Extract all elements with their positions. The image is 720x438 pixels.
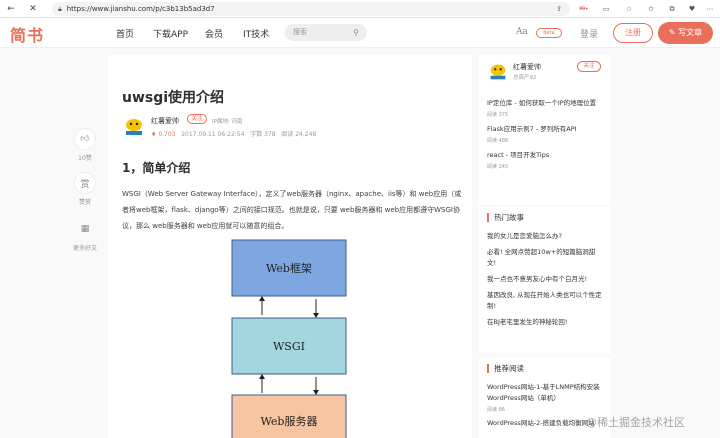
hot-story-item[interactable]: 基因改良, 从现在开始人类也可以个性定制! [487,290,602,312]
write-article-button[interactable]: ✎ 写文章 [658,22,713,44]
reward-icon[interactable]: 赏 [74,172,96,194]
author-post-item[interactable]: IP定位库 - 如何获取一个IP的地理位置 阅读 375 [487,98,605,118]
ip-location: IP属地: 河南 [212,119,243,125]
author-avatar[interactable] [122,115,146,139]
lock-icon: 🔒︎ [58,4,62,13]
diagram-label-wsgi: WSGI [273,340,305,353]
nav-it-tech[interactable]: IT技术 [243,27,269,40]
font-size-toggle[interactable]: Aa [516,27,528,37]
author-card: 红薯爱帅 总资产92 关注 IP定位库 - 如何获取一个IP的地理位置 阅读 3… [479,55,610,205]
recommended-reads: 阅读 86 [487,407,505,413]
favorites-icon[interactable]: ✩ [645,3,657,15]
author-posts-list: IP定位库 - 如何获取一个IP的地理位置 阅读 375 Flask应用示例7 … [487,98,605,170]
nav-download-app[interactable]: 下载APP [153,27,188,40]
hot-story-item[interactable]: 必看! 全网点赞超10w+的短篇脑洞甜文! [487,247,602,269]
browser-toolbar: ← ✕ 🔒︎ https://www.jianshu.com/p/c3b13b5… [0,0,720,18]
search-input[interactable]: 搜索 ⚲ [285,24,367,41]
extension-badge[interactable]: 99+ [578,3,590,15]
sidebar-author-assets: 总资产92 [513,75,537,81]
site-header: 简书 首页 下载APP 会员 IT技术 搜索 ⚲ Aa beta 登录 注册 ✎… [0,18,720,48]
sidebar-author-avatar[interactable] [487,61,509,83]
recommended-title[interactable]: WordPress网站-1-基于LNMP结构安装WordPress网站（单机） [487,382,602,404]
hot-story-item[interactable]: 我一点也不意男友心中有个白月光! [487,274,602,285]
section-heading: 1，简单介绍 [122,161,191,175]
recommended-list: WordPress网站-1-基于LNMP结构安装WordPress网站（单机） … [487,382,602,429]
hot-stories-list: 我的女儿是恋爱脑怎么办? 必看! 全网点赞超10w+的短篇脑洞甜文! 我一点也不… [487,231,602,328]
thumbs-up-icon[interactable]: 👍︎ [74,128,96,150]
author-post-reads: 阅读 375 [487,112,509,118]
arrow-head-down-1 [313,313,319,318]
watermark: @稀土掘金技术社区 [586,416,685,429]
author-post-reads: 阅读 245 [487,164,509,170]
diamond-badge[interactable]: beta [536,28,562,38]
arrow-head-down-2 [313,390,319,395]
read-count: 阅读 24,248 [281,131,317,138]
reading-icon[interactable]: ▭ [600,3,612,15]
recommended-item[interactable]: WordPress网站-1-基于LNMP结构安装WordPress网站（单机） … [487,382,602,413]
author-name[interactable]: 红薯爱帅 [151,116,179,126]
nav-home[interactable]: 首页 [116,27,134,40]
write-label: 写文章 [678,28,703,37]
recommended-heading: 推荐阅读 [487,364,602,373]
like-action[interactable]: 👍︎ 10赞 [70,128,100,162]
arrow-head-up-1 [259,296,265,301]
recommended-item[interactable]: WordPress网站-2-搭建负载均衡网站 [487,418,602,429]
diamond-icon: ♦ [151,131,157,138]
follow-button[interactable]: 关注 [187,114,207,124]
author-post-title[interactable]: react - 项目开发Tips [487,150,605,161]
author-post-item[interactable]: react - 项目开发Tips 阅读 245 [487,150,605,170]
share-icon[interactable]: ⇪ [553,3,565,15]
site-logo[interactable]: 简书 [10,22,44,46]
sidebar-follow-button[interactable]: 关注 [577,61,601,72]
author-post-item[interactable]: Flask应用示例7 - 罗列所有API 阅读 486 [487,124,605,144]
reward-label: 赞赏 [78,199,91,206]
nav-membership[interactable]: 会员 [205,27,223,40]
qrcode-icon[interactable]: ▦ [74,218,96,240]
search-placeholder: 搜索 [293,28,307,36]
diagram-label-web-framework: Web框架 [266,262,312,275]
more-articles-action[interactable]: ▦ 更多好文 [70,218,100,252]
author-post-title[interactable]: IP定位库 - 如何获取一个IP的地理位置 [487,98,605,109]
collections-icon[interactable]: ⧉ [666,3,678,15]
author-post-title[interactable]: Flask应用示例7 - 罗列所有API [487,124,605,135]
more-icon[interactable]: ⋯ [704,3,716,15]
article-meta: ♦ 0.703 2017.09.11 06:22:54 字数 378 阅读 24… [151,129,316,138]
search-icon[interactable]: ⚲ [353,24,359,41]
arrow-head-up-2 [259,374,265,379]
diagram-label-web-server: Web服务器 [261,415,318,428]
close-icon[interactable]: ✕ [26,2,40,16]
like-count: 10赞 [78,155,92,162]
address-bar[interactable]: 🔒︎ https://www.jianshu.com/p/c3b13b5ad3d… [52,2,570,16]
word-count: 字数 378 [250,131,276,138]
more-articles-label: 更多好文 [72,245,97,252]
hot-story-item[interactable]: 在BJ老宅里发生的神秘轮回! [487,317,602,328]
reward-action[interactable]: 赏 赞赏 [70,172,100,206]
publish-date: 2017.09.11 06:22:54 [181,131,245,138]
article-panel: uwsgi使用介绍 红薯爱帅 关注 IP属地: 河南 ♦ 0.703 2017.… [108,55,472,438]
hot-story-item[interactable]: 我的女儿是恋爱脑怎么办? [487,231,602,242]
article-title: uwsgi使用介绍 [122,90,225,106]
star-icon[interactable]: ☆ [623,3,635,15]
author-post-reads: 阅读 486 [487,138,509,144]
url-text: https://www.jianshu.com/p/c3b13b5ad3d7 [66,5,215,13]
hot-stories-card: 热门故事 我的女儿是恋爱脑怎么办? 必看! 全网点赞超10w+的短篇脑洞甜文! … [479,207,610,353]
recommended-title[interactable]: WordPress网站-2-搭建负载均衡网站 [487,418,602,429]
sidebar-author-name[interactable]: 红薯爱帅 [513,62,541,72]
back-icon[interactable]: ← [4,2,18,16]
heart-icon[interactable]: ♥ [686,3,698,15]
article-paragraph: WSGI（Web Server Gateway Interface），定义了we… [122,190,462,230]
signup-button[interactable]: 注册 [613,23,653,43]
wsgi-diagram: Web框架 WSGI Web服务器 [231,239,347,438]
login-link[interactable]: 登录 [580,27,598,40]
hot-stories-heading: 热门故事 [487,213,602,222]
diamond-count: 0.703 [158,131,176,138]
